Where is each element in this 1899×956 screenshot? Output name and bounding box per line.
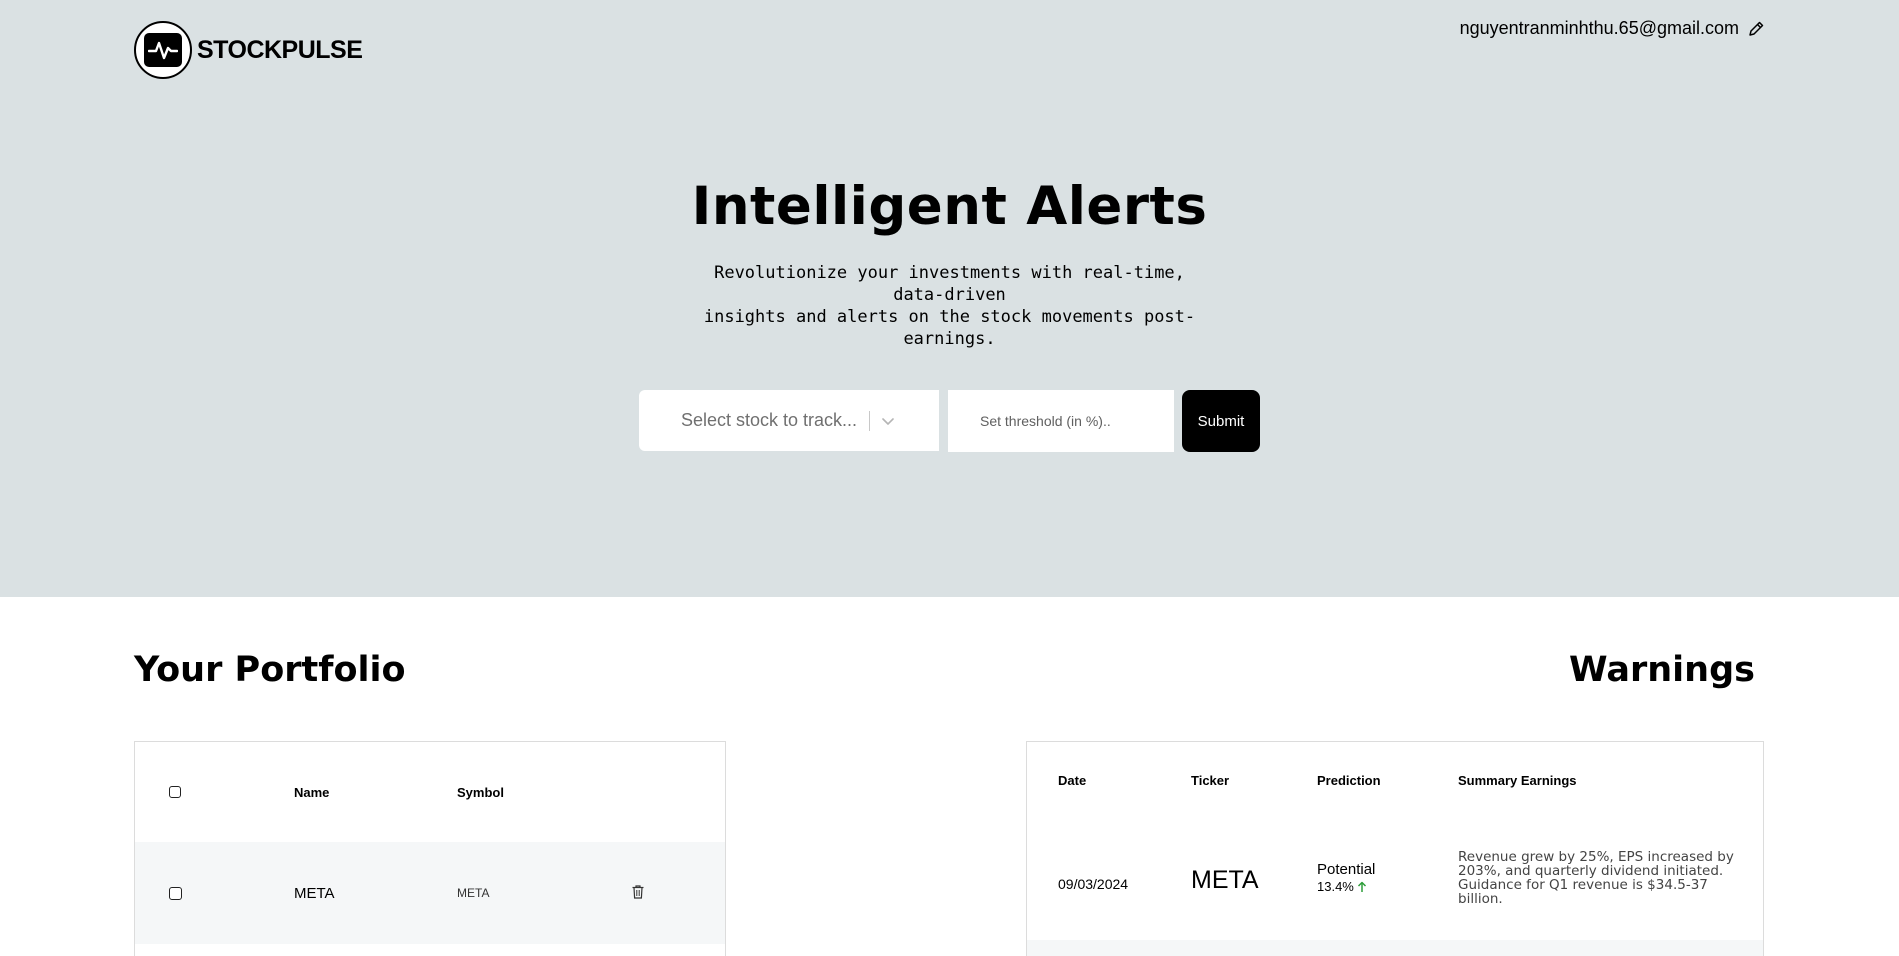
user-email: nguyentranminhthu.65@gmail.com	[1459, 18, 1739, 38]
hero-subtitle-line-1: Revolutionize your investments with real…	[714, 263, 1185, 305]
edit-pencil-icon[interactable]	[1747, 20, 1765, 38]
stock-select[interactable]: Select stock to track...	[639, 390, 939, 451]
hero-subtitle-line-2: insights and alerts on the stock movemen…	[703, 307, 1196, 349]
table-row[interactable]: META META	[135, 842, 725, 944]
prediction-change: 13.4%	[1317, 878, 1375, 895]
warnings-table: Date Ticker Prediction Summary Earnings …	[1026, 741, 1764, 956]
stock-symbol: META	[457, 886, 490, 900]
warning-date: 09/03/2024	[1058, 876, 1129, 892]
column-header-date: Date	[1058, 773, 1087, 788]
column-header-summary: Summary Earnings	[1458, 773, 1577, 788]
warning-summary: Revenue grew by 25%, EPS increased by 20…	[1458, 849, 1734, 907]
chevron-down-icon[interactable]	[880, 413, 896, 429]
pulse-logo-icon	[134, 21, 192, 79]
portfolio-title: Your Portfolio	[134, 650, 406, 690]
select-separator	[869, 410, 870, 431]
page-title: Intelligent Alerts	[691, 176, 1208, 237]
prediction-label: Potential	[1317, 861, 1376, 878]
row-checkbox[interactable]	[169, 887, 182, 900]
submit-button[interactable]: Submit	[1182, 390, 1260, 452]
prediction-percent: 13.4%	[1317, 879, 1354, 894]
brand-name: STOCKPULSE	[197, 35, 363, 64]
column-header-ticker: Ticker	[1191, 773, 1230, 788]
arrow-up-icon	[1356, 881, 1368, 893]
column-header-symbol: Symbol	[457, 785, 504, 800]
select-all-checkbox[interactable]	[169, 786, 181, 798]
column-header-name: Name	[294, 785, 330, 800]
table-row[interactable]: 09/03/2024 META Potential 13.4% Revenue …	[1027, 828, 1763, 942]
table-row	[1027, 940, 1763, 956]
warning-prediction: Potential 13.4%	[1317, 861, 1375, 895]
warnings-table-header: Date Ticker Prediction Summary Earnings	[1027, 742, 1763, 828]
alert-form: Select stock to track... Submit	[639, 390, 1260, 452]
warning-ticker: META	[1191, 866, 1259, 894]
portfolio-table: Name Symbol META META	[134, 741, 726, 956]
stock-select-placeholder: Select stock to track...	[681, 410, 858, 430]
user-account: nguyentranminhthu.65@gmail.com	[1460, 18, 1765, 39]
hero-section: STOCKPULSE nguyentranminhthu.65@gmail.co…	[0, 0, 1899, 597]
threshold-input[interactable]	[948, 390, 1174, 452]
column-header-prediction: Prediction	[1317, 773, 1381, 788]
portfolio-table-header: Name Symbol	[135, 742, 725, 842]
trash-icon[interactable]	[631, 884, 645, 900]
brand-logo[interactable]: STOCKPULSE	[134, 21, 363, 79]
stock-name: META	[294, 885, 335, 902]
hero-subtitle: Revolutionize your investments with real…	[0, 262, 1899, 350]
warnings-title: Warnings	[1569, 650, 1755, 690]
